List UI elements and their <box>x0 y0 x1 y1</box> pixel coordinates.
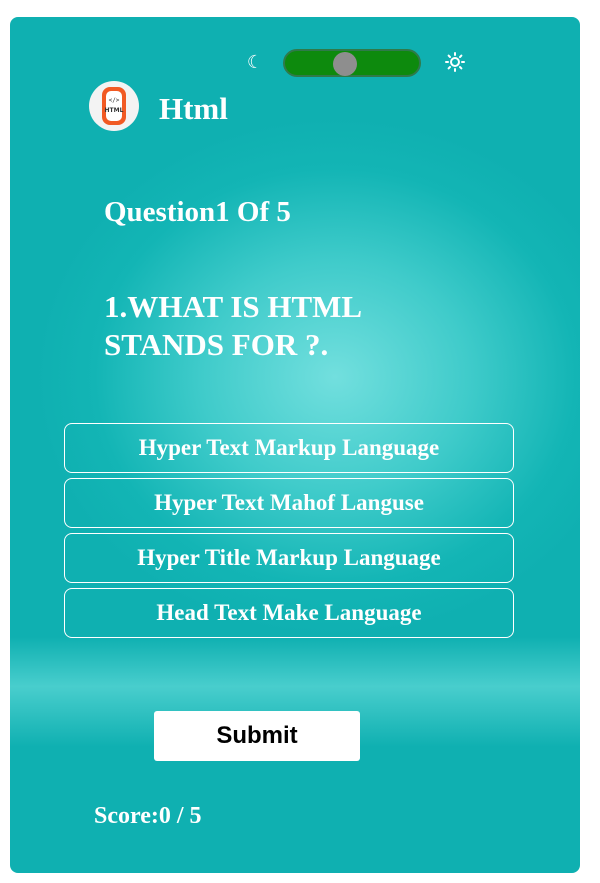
question-counter: Question1 Of 5 <box>104 196 291 228</box>
quiz-card: ☾ </> HTML Html Question1 Of 5 1.WHAT IS… <box>10 17 580 873</box>
html-logo: </> HTML <box>89 81 139 131</box>
logo-inner <box>106 91 122 121</box>
answer-options: Hyper Text Markup Language Hyper Text Ma… <box>64 423 514 643</box>
moon-icon: ☾ <box>246 52 264 72</box>
question-text: 1.WHAT IS HTML STANDS FOR ?. <box>104 289 361 362</box>
answer-option[interactable]: Hyper Text Markup Language <box>64 423 514 473</box>
submit-button[interactable]: Submit <box>154 711 360 761</box>
quiz-title: Html <box>159 91 228 126</box>
score-text: Score:0 / 5 <box>94 803 202 829</box>
logo-code-icon: </> <box>108 97 120 104</box>
answer-option[interactable]: Hyper Text Mahof Languse <box>64 478 514 528</box>
sun-icon <box>443 50 467 74</box>
theme-toggle[interactable] <box>283 49 421 77</box>
answer-option[interactable]: Hyper Title Markup Language <box>64 533 514 583</box>
logo-text: HTML <box>104 107 124 114</box>
toggle-knob[interactable] <box>333 52 357 76</box>
answer-option[interactable]: Head Text Make Language <box>64 588 514 638</box>
